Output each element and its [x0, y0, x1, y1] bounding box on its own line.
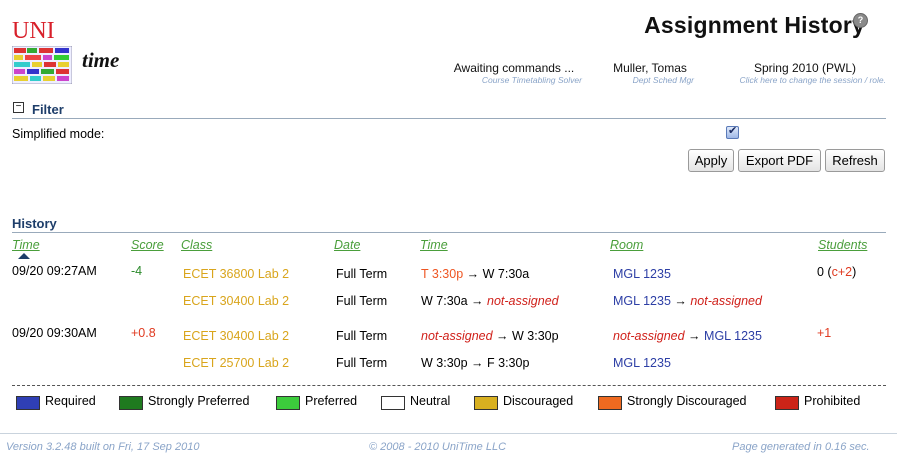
class-link[interactable]: ECET 30400 Lab 2 [183, 294, 289, 308]
history-section-title: History [12, 216, 57, 231]
col-assigned-time[interactable]: Time [420, 238, 448, 252]
footer-generated: Page generated in 0.16 sec. [732, 441, 870, 453]
collapse-icon[interactable]: − [13, 102, 24, 113]
room-change: MGL 1235 [613, 356, 671, 370]
legend-label-required: Required [45, 394, 96, 408]
refresh-button[interactable]: Refresh [825, 149, 885, 172]
history-row-score: -4 [131, 264, 143, 278]
solver-status-caption: Course Timetabling Solver [481, 75, 582, 85]
col-time[interactable]: Time [12, 238, 40, 252]
logo-uni-text: UNI [12, 18, 55, 44]
room-change: not-assigned → MGL 1235 [613, 329, 762, 343]
legend-swatch-discouraged [474, 396, 498, 410]
legend-label-strongly-preferred: Strongly Preferred [148, 394, 250, 408]
history-row-students: +1 [817, 326, 832, 340]
sort-ascending-icon [18, 253, 30, 259]
room-change: MGL 1235 [613, 267, 671, 281]
user-name: Muller, Tomas [613, 61, 687, 75]
class-link[interactable]: ECET 25700 Lab 2 [183, 356, 289, 370]
unitime-logo[interactable]: UNI time [12, 18, 132, 84]
footer-version: Version 3.2.48 built on Fri, 17 Sep 2010 [6, 441, 200, 453]
time-change: T 3:30p → W 7:30a [421, 267, 530, 281]
col-class[interactable]: Class [181, 238, 212, 252]
session-change-hint[interactable]: Click here to change the session / role. [700, 75, 886, 85]
filter-section-title: Filter [32, 102, 64, 117]
col-room[interactable]: Room [610, 238, 643, 252]
export-pdf-button[interactable]: Export PDF [738, 149, 821, 172]
date-cell: Full Term [336, 329, 388, 343]
history-row-time: 09/20 09:30AM [12, 326, 97, 340]
apply-button[interactable]: Apply [688, 149, 734, 172]
history-row-score: +0.8 [131, 326, 156, 340]
time-change: not-assigned → W 3:30p [421, 329, 559, 343]
legend-label-preferred: Preferred [305, 394, 358, 408]
date-cell: Full Term [336, 267, 388, 281]
history-divider [12, 232, 886, 233]
legend-swatch-strongly-discouraged [598, 396, 622, 410]
legend-divider [12, 385, 886, 386]
legend-label-prohibited: Prohibited [804, 394, 861, 408]
date-cell: Full Term [336, 356, 388, 370]
user-role: Dept Sched Mgr [632, 75, 694, 85]
history-row-students: 0 (c+2) [817, 265, 857, 279]
session-selector[interactable]: Spring 2010 (PWL) [730, 61, 880, 75]
time-change: W 7:30a → not-assigned [421, 294, 559, 308]
simplified-mode-checkbox[interactable] [726, 124, 739, 139]
legend-swatch-preferred [276, 396, 300, 410]
class-link[interactable]: ECET 30400 Lab 2 [183, 329, 289, 343]
time-change: W 3:30p → F 3:30p [421, 356, 530, 370]
room-change: MGL 1235 → not-assigned [613, 294, 762, 308]
solver-status: Awaiting commands ... [453, 61, 575, 75]
help-icon[interactable]: ? [853, 13, 868, 28]
logo-time-text: time [82, 48, 120, 72]
logo-grid-icon [12, 46, 72, 84]
legend-label-strongly-discouraged: Strongly Discouraged [627, 394, 747, 408]
class-link[interactable]: ECET 36800 Lab 2 [183, 267, 289, 281]
col-date[interactable]: Date [334, 238, 360, 252]
simplified-mode-label: Simplified mode: [12, 127, 105, 141]
col-score[interactable]: Score [131, 238, 164, 252]
filter-divider [12, 118, 886, 119]
page-title: Assignment History [644, 12, 865, 38]
date-cell: Full Term [336, 294, 388, 308]
footer-divider [0, 433, 897, 434]
col-students[interactable]: Students [818, 238, 867, 252]
legend-label-neutral: Neutral [410, 394, 451, 408]
legend-swatch-prohibited [775, 396, 799, 410]
legend-swatch-neutral [381, 396, 405, 410]
footer-copyright: © 2008 - 2010 UniTime LLC [369, 441, 507, 453]
legend-label-discouraged: Discouraged [503, 394, 574, 408]
legend-swatch-strongly-preferred [119, 396, 143, 410]
legend-swatch-required [16, 396, 40, 410]
history-row-time: 09/20 09:27AM [12, 264, 97, 278]
